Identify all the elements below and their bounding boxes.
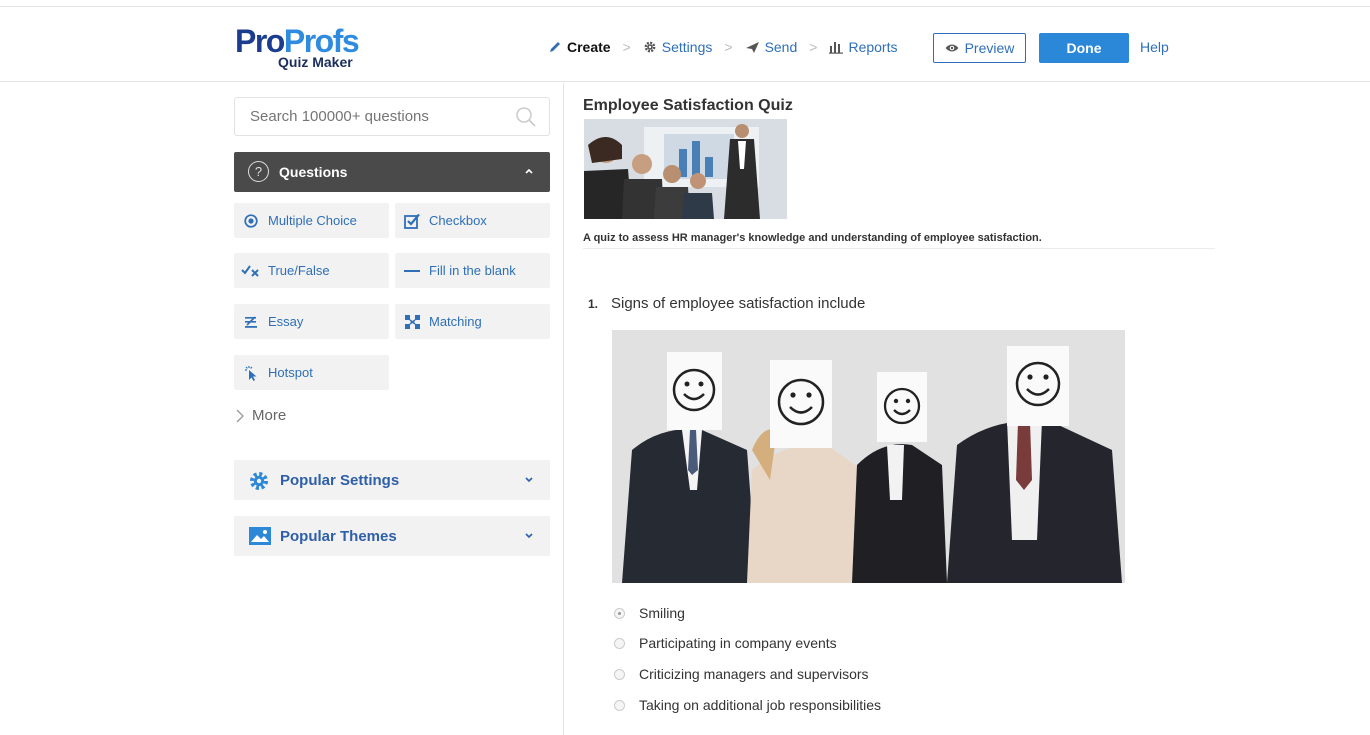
quiz-cover-image[interactable] — [584, 119, 787, 219]
radio-button[interactable] — [614, 607, 625, 619]
qtype-true-false[interactable]: True/False — [234, 253, 389, 288]
logo-subtitle: Quiz Maker — [278, 54, 353, 70]
step-settings-label: Settings — [661, 39, 713, 55]
logo-pro: Pro — [235, 23, 285, 59]
qtype-label: True/False — [268, 263, 330, 278]
popular-themes-panel[interactable]: Popular Themes — [234, 516, 550, 556]
step-nav: Create > Settings > Send > Reports — [548, 37, 897, 57]
matching-icon — [404, 314, 420, 329]
option-label: Smiling — [639, 605, 685, 621]
radio-button[interactable] — [614, 637, 625, 649]
qtype-label: Essay — [268, 314, 304, 329]
more-label: More — [252, 407, 287, 424]
step-create[interactable]: Create — [548, 39, 611, 55]
step-reports[interactable]: Reports — [829, 39, 897, 55]
qtype-fill-in-the-blank[interactable]: Fill in the blank — [395, 253, 550, 288]
more-question-types[interactable]: More — [236, 407, 286, 424]
essay-icon — [245, 315, 257, 328]
qtype-matching[interactable]: Matching — [395, 304, 550, 339]
step-reports-label: Reports — [848, 39, 898, 55]
send-icon — [745, 42, 759, 53]
preview-button[interactable]: Preview — [933, 33, 1026, 63]
header: ProProfs Quiz Maker Create > Settings > … — [0, 7, 1370, 82]
step-send[interactable]: Send — [745, 39, 798, 55]
chevron-right-icon — [236, 409, 244, 422]
qtype-hotspot[interactable]: Hotspot — [234, 355, 389, 390]
popular-themes-label: Popular Themes — [280, 528, 397, 545]
qtype-label: Fill in the blank — [429, 263, 516, 278]
hotspot-icon — [245, 365, 257, 381]
help-link[interactable]: Help — [1140, 39, 1169, 55]
answer-option[interactable]: Smiling — [614, 605, 685, 621]
quiz-description[interactable]: A quiz to assess HR manager's knowledge … — [583, 232, 1042, 244]
qtype-checkbox[interactable]: Checkbox — [395, 203, 550, 238]
radio-button[interactable] — [614, 668, 625, 680]
option-label: Taking on additional job responsibilitie… — [639, 697, 882, 713]
question-number: 1. — [588, 297, 599, 311]
popular-settings-panel[interactable]: Popular Settings — [234, 460, 550, 500]
qtype-multiple-choice[interactable]: Multiple Choice — [234, 203, 389, 238]
search-input[interactable] — [250, 108, 510, 125]
preview-label: Preview — [964, 40, 1015, 56]
chevron-down-icon — [525, 477, 533, 483]
done-button[interactable]: Done — [1039, 33, 1129, 63]
step-create-label: Create — [567, 39, 611, 55]
question-text[interactable]: Signs of employee satisfaction include — [611, 295, 865, 312]
option-label: Participating in company events — [639, 635, 837, 651]
panel-divider — [563, 83, 564, 735]
chevron-up-icon — [525, 168, 533, 174]
image-icon — [249, 527, 271, 545]
qtype-label: Hotspot — [268, 365, 313, 380]
chevron-down-icon — [525, 533, 533, 539]
question-circle-icon: ? — [248, 161, 269, 182]
step-separator: > — [622, 39, 631, 55]
gear-icon — [250, 472, 268, 490]
questions-label: Questions — [279, 164, 348, 180]
question-image[interactable] — [612, 330, 1125, 583]
checkbox-icon — [403, 213, 420, 229]
qtype-essay[interactable]: Essay — [234, 304, 389, 339]
questions-panel-header[interactable]: ? Questions — [234, 152, 550, 192]
true-false-icon — [241, 264, 259, 277]
qtype-label: Matching — [429, 314, 482, 329]
step-separator: > — [809, 39, 818, 55]
step-settings[interactable]: Settings — [643, 39, 713, 55]
radio-button[interactable] — [614, 699, 625, 711]
search-icon[interactable] — [515, 106, 537, 128]
dash-icon — [404, 269, 420, 272]
answer-option[interactable]: Taking on additional job responsibilitie… — [614, 697, 881, 713]
qtype-label: Multiple Choice — [268, 213, 357, 228]
eye-icon — [945, 44, 959, 52]
quiz-title[interactable]: Employee Satisfaction Quiz — [583, 97, 793, 115]
logo-wordmark: ProProfs — [235, 25, 385, 57]
question-search — [234, 97, 550, 136]
option-label: Criticizing managers and supervisors — [639, 666, 869, 682]
step-separator: > — [724, 39, 733, 55]
step-send-label: Send — [764, 39, 798, 55]
radio-icon — [244, 213, 258, 228]
popular-settings-label: Popular Settings — [280, 472, 400, 489]
answer-option[interactable]: Criticizing managers and supervisors — [614, 666, 869, 682]
proprofs-logo[interactable]: ProProfs Quiz Maker — [235, 25, 385, 75]
gear-icon — [644, 41, 656, 53]
answer-option[interactable]: Participating in company events — [614, 635, 837, 651]
qtype-label: Checkbox — [429, 213, 487, 228]
bar-chart-icon — [829, 42, 844, 54]
pencil-icon — [550, 42, 560, 52]
description-divider — [583, 248, 1215, 249]
